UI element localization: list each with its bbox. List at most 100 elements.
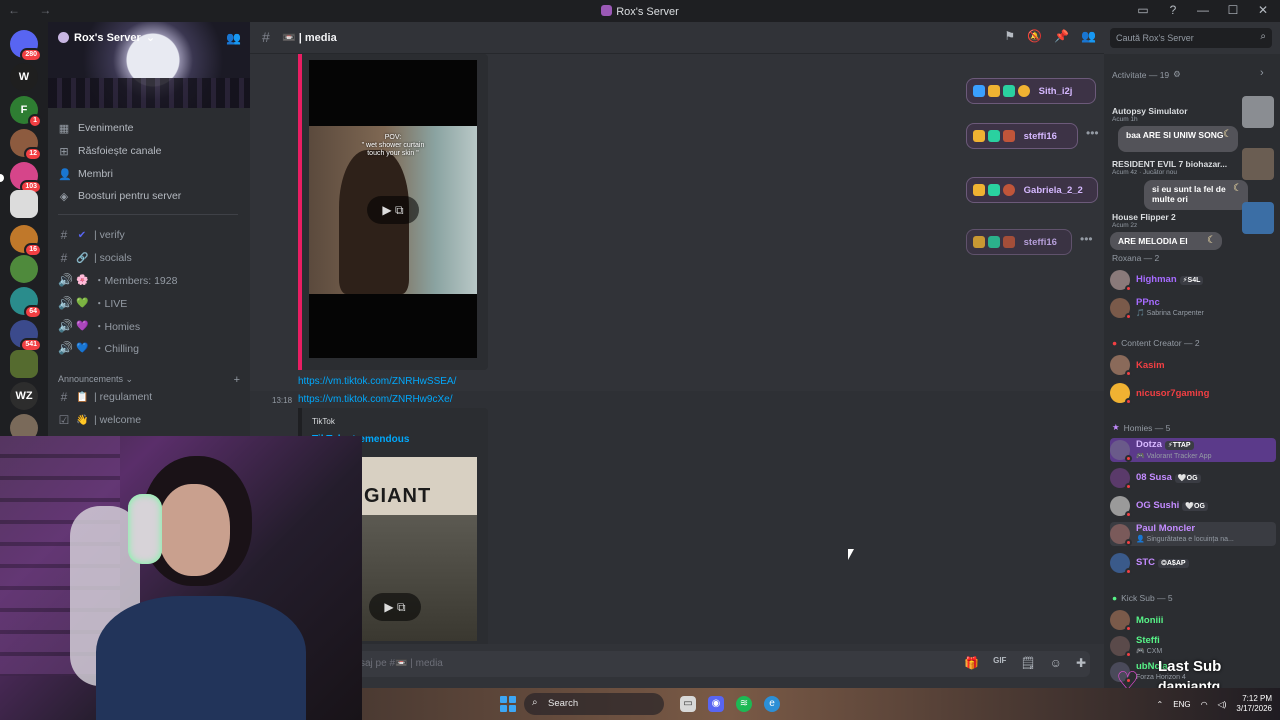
- emoji-icon[interactable]: ☺: [1050, 656, 1062, 670]
- member-row[interactable]: Moniii: [1110, 608, 1276, 632]
- boost-icon: ◈: [59, 190, 69, 203]
- gift-icon[interactable]: 🎁: [964, 656, 979, 670]
- inbox-icon[interactable]: ▭: [1136, 3, 1150, 17]
- avatar: [1110, 496, 1132, 518]
- channel-homies[interactable]: 🔊 💜 ・Homies: [58, 316, 240, 336]
- more-icon[interactable]: •••: [1080, 232, 1093, 246]
- member-row[interactable]: Steffi 🎮 CXM: [1110, 634, 1276, 658]
- menu-label: Membri: [78, 168, 114, 180]
- channel-regulament[interactable]: # 📋 | regulament: [58, 387, 240, 407]
- chevron-up-icon[interactable]: ⌃: [1157, 700, 1164, 709]
- channel-socials[interactable]: # 🔗 | socials: [58, 248, 240, 268]
- mute-icon[interactable]: 🔕: [1027, 29, 1042, 43]
- text-channel-icon: #: [60, 228, 68, 242]
- server-icon-9[interactable]: 64: [10, 287, 42, 319]
- invite-icon[interactable]: 👥: [226, 31, 241, 45]
- spotify-icon[interactable]: ≋: [736, 696, 752, 712]
- clock[interactable]: 7:12 PM 3/17/2026: [1236, 694, 1272, 714]
- gif-icon[interactable]: GIF: [993, 656, 1006, 670]
- member-row[interactable]: 08 Susa 🤍OG: [1110, 466, 1276, 490]
- banner-trees: [48, 78, 250, 108]
- windows-start-icon[interactable]: [500, 696, 516, 712]
- member-row[interactable]: Dotza ⚡TTAP 🎮 Valorant Tracker App: [1110, 438, 1276, 462]
- volume-icon[interactable]: ◁): [1218, 700, 1227, 709]
- wifi-icon[interactable]: ◠: [1201, 700, 1208, 709]
- video-player-1[interactable]: POV: " wet shower curtain touch your ski…: [309, 60, 477, 358]
- server-icon-2[interactable]: W: [10, 63, 38, 91]
- server-icon-1[interactable]: 280: [10, 30, 42, 62]
- group-label: Homies — 5: [1123, 422, 1171, 433]
- group-header: ● Kick Sub — 5: [1112, 593, 1173, 603]
- category-announcements[interactable]: Announcements ⌄ +: [58, 374, 240, 386]
- message-link[interactable]: https://vm.tiktok.com/ZNRHwSSEA/: [298, 376, 456, 387]
- server-name-button[interactable]: Rox's Server ⌄: [58, 31, 155, 44]
- member-status: 👤 Singurătatea e locuința na...: [1136, 536, 1234, 543]
- rules-channel-icon: ☑: [58, 413, 70, 427]
- member-row[interactable]: Kasim: [1110, 353, 1276, 377]
- member-list: Activitate — 19 ⚙ › Autopsy Simulator Acum…: [1104, 54, 1280, 688]
- server-glyph: F: [20, 104, 28, 116]
- server-icon-6[interactable]: [10, 190, 38, 218]
- group-label: Content Creator — 2: [1121, 338, 1200, 348]
- play-button[interactable]: ▶ ⧉: [369, 593, 421, 621]
- member-list-icon[interactable]: 👥: [1081, 29, 1096, 43]
- message-link[interactable]: https://vm.tiktok.com/ZNRHw9cXe/: [298, 394, 452, 405]
- channel-live[interactable]: 🔊 💚 ・LIVE: [58, 293, 240, 313]
- taskbar-search-label: Search: [548, 698, 579, 709]
- group-label: Kick Sub — 5: [1121, 593, 1173, 603]
- group-header: Roxana — 2: [1112, 253, 1160, 263]
- member-tag: 🤍OG: [1182, 502, 1208, 511]
- close-button[interactable]: ✕: [1256, 3, 1270, 17]
- minimize-button[interactable]: —: [1196, 3, 1210, 17]
- badge-icon: [1003, 184, 1015, 196]
- search-input[interactable]: Caută Rox's Server ⌕: [1110, 28, 1272, 48]
- play-button[interactable]: ▶ ⧉: [367, 196, 419, 224]
- member-row[interactable]: Paul Moncler 👤 Singurătatea e locuința na…: [1110, 522, 1276, 546]
- member-row[interactable]: STC ❂A$AP: [1110, 551, 1276, 575]
- member-row[interactable]: Highman ⚡S4L: [1110, 268, 1276, 292]
- maximize-button[interactable]: ☐: [1226, 3, 1240, 17]
- server-icon-12[interactable]: WZ: [10, 382, 38, 410]
- edge-icon[interactable]: e: [764, 696, 780, 712]
- threads-icon[interactable]: ⚑: [1004, 29, 1015, 43]
- search-icon: ⌕: [1260, 31, 1266, 42]
- message-list[interactable]: POV: " wet shower curtain touch your ski…: [250, 54, 1104, 644]
- server-icon-4[interactable]: 12: [10, 129, 42, 161]
- help-icon[interactable]: ?: [1166, 3, 1180, 17]
- member-row[interactable]: PPnc 🎵 Sabrina Carpenter: [1110, 296, 1276, 320]
- channel-chilling[interactable]: 🔊 💙 ・Chilling: [58, 338, 240, 358]
- pin-icon[interactable]: 📌: [1054, 29, 1069, 43]
- member-name-text: Dotza: [1136, 438, 1162, 450]
- language-indicator[interactable]: ENG: [1173, 700, 1190, 709]
- game-thumbnail: [1242, 202, 1274, 234]
- server-icon-3[interactable]: F1: [10, 96, 42, 128]
- server-icon-7[interactable]: 16: [10, 225, 42, 257]
- last-sub-label: Last Sub: [1158, 658, 1222, 675]
- taskbar-search[interactable]: ⌕ Search: [524, 693, 664, 715]
- server-icon-10[interactable]: 541: [10, 320, 42, 352]
- avatar: [1110, 524, 1132, 546]
- channel-members-count[interactable]: 🔊 🌸 ・Members: 1928: [58, 270, 240, 290]
- sticker-icon[interactable]: 🗒: [1020, 656, 1035, 670]
- channel-verify[interactable]: # ✔ | verify: [58, 225, 240, 245]
- menu-boosts[interactable]: ◈ Boosturi pentru server: [58, 186, 240, 206]
- apps-icon[interactable]: ✚: [1076, 656, 1086, 670]
- video-player-2[interactable]: GIANT ▶ ⧉: [361, 457, 477, 641]
- server-icon-11[interactable]: [10, 350, 38, 378]
- menu-members[interactable]: 👤 Membri: [58, 164, 240, 184]
- add-channel-icon[interactable]: +: [234, 374, 240, 386]
- moon-icon: ☾: [1207, 235, 1216, 246]
- server-icon-5[interactable]: 103: [10, 162, 42, 194]
- server-icon-8[interactable]: [10, 255, 38, 283]
- menu-events[interactable]: ▦ Evenimente: [58, 118, 240, 138]
- more-icon[interactable]: •••: [1086, 126, 1099, 140]
- menu-label: Evenimente: [78, 122, 134, 134]
- channel-welcome[interactable]: ☑ 👋 | welcome: [58, 410, 240, 430]
- discord-icon[interactable]: ◉: [708, 696, 724, 712]
- menu-browse-channels[interactable]: ⊞ Răsfoiește canale: [58, 141, 240, 161]
- chevron-right-icon[interactable]: ›: [1260, 67, 1264, 79]
- member-name-text: STC: [1136, 557, 1155, 568]
- member-row[interactable]: nicusor7gaming: [1110, 381, 1276, 405]
- file-explorer-icon[interactable]: ▭: [680, 696, 696, 712]
- member-row[interactable]: OG Sushi 🤍OG: [1110, 494, 1276, 518]
